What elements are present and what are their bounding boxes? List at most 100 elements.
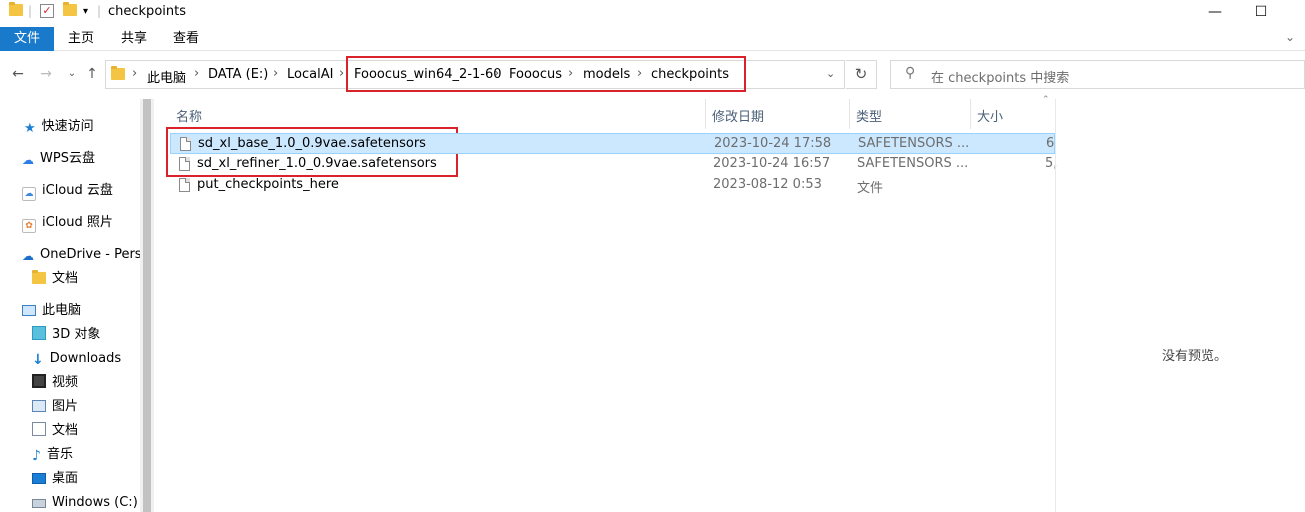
cloud-icon: ☁ xyxy=(22,153,34,167)
column-name[interactable]: 名称 xyxy=(176,106,202,125)
breadcrumb-separator[interactable]: › xyxy=(132,66,137,81)
breadcrumb-models[interactable]: models xyxy=(583,67,630,82)
column-type[interactable]: 类型 xyxy=(856,106,882,125)
breadcrumb-separator[interactable]: › xyxy=(568,66,573,81)
nav-documents[interactable]: 文档 xyxy=(32,420,78,442)
recent-locations-button[interactable]: ⌄ xyxy=(62,62,82,86)
nav-this-pc[interactable]: 此电脑 xyxy=(22,300,81,322)
nav-scrollbar[interactable] xyxy=(140,99,154,512)
nav-quick-access[interactable]: ★ 快速访问 xyxy=(24,116,94,138)
picture-icon xyxy=(32,400,46,412)
breadcrumb-this-pc[interactable]: 此电脑 xyxy=(147,67,186,86)
maximize-button[interactable]: ☐ xyxy=(1238,0,1284,26)
nav-3d-objects[interactable]: 3D 对象 xyxy=(32,324,100,346)
nav-label: iCloud 照片 xyxy=(42,215,113,230)
nav-label: WPS云盘 xyxy=(40,151,95,166)
nav-videos[interactable]: 视频 xyxy=(32,372,78,394)
breadcrumb-fooocus[interactable]: Fooocus xyxy=(509,67,562,82)
file-date: 2023-10-24 17:58 xyxy=(714,136,832,151)
nav-icloud-photos[interactable]: ✿ iCloud 照片 xyxy=(22,212,113,234)
photos-icon: ✿ xyxy=(22,219,36,233)
search-box[interactable]: ⚲ 在 checkpoints 中搜索 xyxy=(890,60,1305,89)
new-folder-icon[interactable] xyxy=(63,2,77,20)
column-divider[interactable] xyxy=(849,99,850,129)
file-name: put_checkpoints_here xyxy=(197,177,339,192)
column-divider[interactable] xyxy=(970,99,971,129)
file-type: SAFETENSORS ... xyxy=(857,156,967,171)
file-row[interactable]: sd_xl_refiner_1.0_0.9vae.safetensors 202… xyxy=(170,154,1057,175)
customize-toolbar-icon[interactable]: ▾ xyxy=(83,6,88,22)
file-row[interactable]: put_checkpoints_here 2023-08-12 0:53 文件 xyxy=(170,175,1055,196)
search-placeholder[interactable]: 在 checkpoints 中搜索 xyxy=(931,67,1069,86)
file-date: 2023-08-12 0:53 xyxy=(713,177,822,192)
nav-label: 文档 xyxy=(52,423,79,438)
nav-onedrive-documents[interactable]: 文档 xyxy=(32,268,78,290)
drive-icon xyxy=(32,499,46,508)
nav-label: 文档 xyxy=(52,271,79,286)
address-bar[interactable]: › 此电脑 › DATA (E:) › LocalAI › Fooocus_wi… xyxy=(105,60,845,89)
preview-message: 没有预览。 xyxy=(1162,349,1228,364)
nav-scrollbar-thumb[interactable] xyxy=(143,99,151,512)
column-header: 名称 修改日期 类型 大小 ⌃ xyxy=(155,95,1055,129)
file-type: 文件 xyxy=(857,181,884,196)
separator: | xyxy=(97,4,102,18)
breadcrumb-separator[interactable]: › xyxy=(194,66,199,81)
address-dropdown-icon[interactable]: ⌄ xyxy=(826,67,835,80)
preview-divider[interactable] xyxy=(1055,99,1056,512)
file-name: sd_xl_base_1.0_0.9vae.safetensors xyxy=(198,136,426,151)
nav-pictures[interactable]: 图片 xyxy=(32,396,78,418)
tab-home[interactable]: 主页 xyxy=(58,27,104,51)
column-size[interactable]: 大小 xyxy=(977,106,1003,125)
document-icon xyxy=(32,422,46,436)
file-icon xyxy=(179,178,190,192)
back-button[interactable]: ← xyxy=(8,62,28,86)
video-icon xyxy=(32,374,46,388)
nav-icloud-drive[interactable]: ☁ iCloud 云盘 xyxy=(22,180,113,202)
nav-music[interactable]: ♪ 音乐 xyxy=(32,444,73,466)
nav-label: iCloud 云盘 xyxy=(42,183,113,198)
tab-file[interactable]: 文件 xyxy=(0,27,54,51)
nav-label: 视频 xyxy=(52,375,79,390)
column-divider[interactable] xyxy=(705,99,706,129)
breadcrumb-separator[interactable]: › xyxy=(273,66,278,81)
file-icon xyxy=(179,157,190,171)
cube-icon xyxy=(32,326,46,340)
breadcrumb-separator[interactable]: › xyxy=(339,66,344,81)
breadcrumb-separator[interactable]: › xyxy=(637,66,642,81)
title-bar: | ✓ ▾ | checkpoints — ☐ xyxy=(0,0,1305,26)
folder-icon xyxy=(111,66,125,83)
breadcrumb-checkpoints[interactable]: checkpoints xyxy=(651,67,729,82)
up-button[interactable]: ↑ xyxy=(82,62,102,86)
properties-icon[interactable]: ✓ xyxy=(40,4,54,18)
computer-icon xyxy=(22,305,36,316)
folder-icon xyxy=(32,270,46,284)
breadcrumb-localai[interactable]: LocalAI xyxy=(287,67,333,82)
breadcrumb-separator[interactable]: › xyxy=(494,66,499,81)
nav-wps-cloud[interactable]: ☁ WPS云盘 xyxy=(22,148,95,170)
nav-downloads[interactable]: ↓ Downloads xyxy=(32,348,121,370)
navigation-pane: ★ 快速访问 ☁ WPS云盘 ☁ iCloud 云盘 ✿ iCloud 照片 ☁ OneD… xyxy=(0,99,153,512)
download-icon: ↓ xyxy=(32,352,44,368)
window-title: checkpoints xyxy=(108,4,186,19)
nav-onedrive[interactable]: ☁ OneDrive - Personal xyxy=(22,244,140,266)
nav-desktop[interactable]: 桌面 xyxy=(32,468,78,490)
tab-share[interactable]: 共享 xyxy=(111,27,157,51)
minimize-button[interactable]: — xyxy=(1192,0,1238,26)
nav-label: 快速访问 xyxy=(41,119,94,134)
refresh-button[interactable]: ↻ xyxy=(846,60,877,89)
nav-label: 音乐 xyxy=(46,447,73,462)
nav-label: 此电脑 xyxy=(42,303,82,318)
file-row[interactable]: sd_xl_base_1.0_0.9vae.safetensors 2023-1… xyxy=(170,133,1055,154)
expand-ribbon-icon[interactable]: ⌄ xyxy=(1285,30,1295,44)
nav-label: Downloads xyxy=(49,351,122,366)
forward-button[interactable]: → xyxy=(36,62,56,86)
nav-label: 桌面 xyxy=(52,471,79,486)
onedrive-icon: ☁ xyxy=(22,249,34,263)
breadcrumb-data-drive[interactable]: DATA (E:) xyxy=(208,67,268,82)
nav-label: Windows (C:) xyxy=(52,495,138,510)
tab-view[interactable]: 查看 xyxy=(163,27,209,51)
nav-windows-drive[interactable]: Windows (C:) xyxy=(32,492,138,512)
column-date[interactable]: 修改日期 xyxy=(712,106,764,125)
ribbon-tabs: 文件 主页 共享 查看 ⌄ xyxy=(0,27,1305,51)
breadcrumb-fooocus-win64[interactable]: Fooocus_win64_2-1-60 xyxy=(354,67,502,82)
